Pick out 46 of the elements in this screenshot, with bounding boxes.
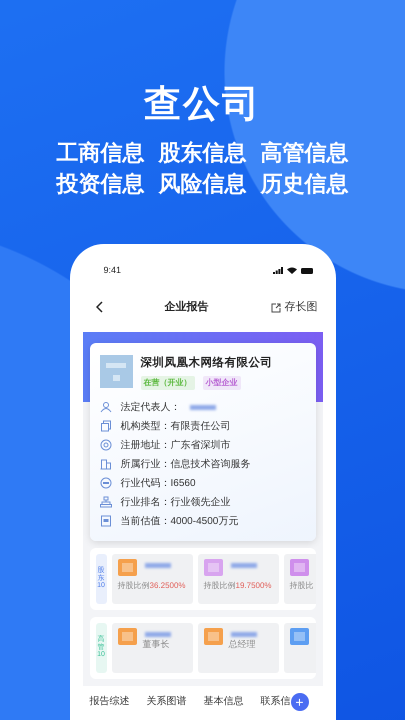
status-time: 9:41 [104,264,122,278]
blurred-name [144,632,170,637]
info-label: 法定代表人： [120,400,180,415]
document-icon [100,515,112,528]
info-text: 行业代码：I6560 [120,476,196,491]
share-icon [270,302,280,313]
save-image-button[interactable]: 存长图 [270,299,318,316]
logo-icon [100,354,132,388]
status-tag: 小型企业 [202,376,240,390]
person-caption: 总经理 [228,638,256,651]
tab[interactable]: 关系图谱 [146,694,186,709]
tab[interactable]: 基本信息 [204,694,244,709]
back-icon [96,301,102,314]
wifi-icon [286,267,296,274]
company-name: 深圳凤凰木网络有限公司 [140,355,272,371]
info-text: 当前估值：4000-4500万元 [120,514,238,529]
feature-label: 风险信息 [158,170,246,198]
feature-label: 投资信息 [56,170,144,198]
tab[interactable]: 报告综述 [90,694,130,709]
battery-icon [300,268,314,274]
person-caption: 持股比例36.2500% [118,580,186,592]
status-tag: 在营（开业） [140,376,194,390]
feature-label: 股东信息 [158,140,246,167]
signal-icon [272,267,282,274]
person-caption: 董事长 [142,638,170,651]
code-icon [100,477,112,490]
org-chart-icon [100,496,112,508]
person-caption: 持股比例19.7500% [204,580,272,592]
location-icon [100,439,112,452]
tab[interactable]: 联系信 [260,694,290,709]
info-text: 注册地址：广东省深圳市 [120,438,230,453]
info-text: 机构类型：有限责任公司 [120,420,230,434]
blurred-name [230,632,256,637]
blurred-name [230,562,256,568]
building-icon [100,458,112,470]
blurred-name [144,562,170,568]
person-icon [100,401,112,414]
info-text: 行业排名：行业领先企业 [120,496,230,510]
person-caption: 持股比 [290,580,314,592]
info-text: 所属行业：信息技术咨询服务 [120,458,250,472]
headline: 查公司 [142,82,262,126]
feature-label: 工商信息 [56,140,144,167]
feature-label: 历史信息 [260,170,348,198]
page-title: 企业报告 [164,300,208,316]
feature-label: 高管信息 [260,140,348,167]
copy-icon [100,420,112,432]
